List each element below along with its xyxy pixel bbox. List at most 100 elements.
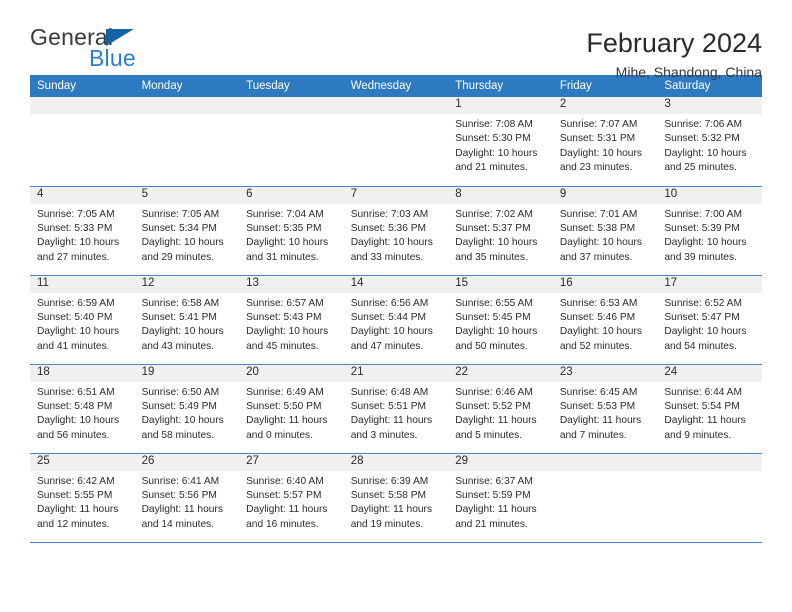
- daylight-text-line1: Daylight: 10 hours: [664, 326, 747, 338]
- day-cell[interactable]: 17 Sunrise: 6:52 AM Sunset: 5:47 PM Dayligh…: [657, 275, 762, 365]
- day-number: [30, 97, 135, 114]
- sunset-text: Sunset: 5:39 PM: [664, 222, 740, 234]
- daylight-text-line2: and 39 minutes.: [664, 251, 737, 263]
- daylight-text-line1: Daylight: 10 hours: [246, 237, 329, 249]
- day-number: 15: [448, 275, 553, 293]
- day-cell[interactable]: 21 Sunrise: 6:48 AM Sunset: 5:51 PM Dayligh…: [343, 364, 449, 454]
- day-cell[interactable]: 23 Sunrise: 6:45 AM Sunset: 5:53 PM Dayligh…: [552, 364, 658, 454]
- day-number: 14: [343, 275, 449, 293]
- day-cell[interactable]: [134, 97, 240, 187]
- daylight-text-line2: and 3 minutes.: [350, 429, 418, 441]
- daylight-text-line2: and 9 minutes.: [664, 429, 732, 441]
- sunset-text: Sunset: 5:46 PM: [559, 311, 636, 323]
- day-number: 2: [552, 97, 658, 114]
- day-cell[interactable]: 11 Sunrise: 6:59 AM Sunset: 5:40 PM Dayligh…: [30, 275, 135, 365]
- day-number: [657, 453, 762, 471]
- day-cell[interactable]: 9 Sunrise: 7:01 AM Sunset: 5:38 PM Daylight…: [552, 186, 658, 276]
- day-cell[interactable]: 29 Sunrise: 6:37 AM Sunset: 5:59 PM Dayligh…: [448, 453, 553, 543]
- day-cell[interactable]: 12 Sunrise: 6:58 AM Sunset: 5:41 PM Dayligh…: [134, 275, 240, 365]
- general-blue-logo[interactable]: General Blue: [30, 26, 160, 74]
- day-cell[interactable]: [552, 453, 658, 543]
- sunset-text: Sunset: 5:34 PM: [141, 222, 217, 234]
- daylight-text-line1: Daylight: 10 hours: [664, 147, 747, 159]
- day-cell[interactable]: 16 Sunrise: 6:53 AM Sunset: 5:46 PM Dayligh…: [552, 275, 658, 365]
- day-number: 24: [657, 364, 762, 382]
- day-number: 18: [30, 364, 135, 382]
- sunrise-text: Sunrise: 6:46 AM: [455, 386, 533, 398]
- day-number: 4: [30, 186, 135, 204]
- daylight-text-line1: Daylight: 10 hours: [37, 326, 120, 338]
- daylight-text-line2: and 35 minutes.: [455, 251, 528, 263]
- day-cell[interactable]: 10 Sunrise: 7:00 AM Sunset: 5:39 PM Dayligh…: [657, 186, 762, 276]
- day-cell[interactable]: 18 Sunrise: 6:51 AM Sunset: 5:48 PM Dayligh…: [30, 364, 135, 454]
- day-cell[interactable]: 20 Sunrise: 6:49 AM Sunset: 5:50 PM Dayligh…: [239, 364, 344, 454]
- sunrise-text: Sunrise: 6:59 AM: [37, 297, 115, 309]
- sunset-text: Sunset: 5:40 PM: [37, 311, 113, 323]
- daylight-text-line2: and 58 minutes.: [141, 429, 215, 441]
- sunset-text: Sunset: 5:30 PM: [455, 133, 531, 145]
- sunset-text: Sunset: 5:51 PM: [350, 400, 427, 412]
- sunset-text: Sunset: 5:55 PM: [37, 489, 113, 501]
- daylight-text-line1: Daylight: 11 hours: [141, 504, 223, 516]
- sunset-text: Sunset: 5:43 PM: [246, 311, 322, 323]
- sunrise-text: Sunrise: 7:08 AM: [455, 119, 533, 130]
- daylight-text-line1: Daylight: 10 hours: [455, 326, 538, 338]
- day-cell[interactable]: 6 Sunrise: 7:04 AM Sunset: 5:35 PM Daylight…: [239, 186, 344, 276]
- week-row: 4 Sunrise: 7:05 AM Sunset: 5:33 PM Daylight…: [30, 186, 762, 276]
- day-cell[interactable]: 28 Sunrise: 6:39 AM Sunset: 5:58 PM Dayligh…: [343, 453, 449, 543]
- daylight-text-line2: and 7 minutes.: [559, 429, 627, 441]
- day-cell[interactable]: 7 Sunrise: 7:03 AM Sunset: 5:36 PM Daylight…: [343, 186, 449, 276]
- day-cell[interactable]: 3 Sunrise: 7:06 AM Sunset: 5:32 PM Daylight…: [657, 97, 762, 187]
- day-number: 5: [134, 186, 240, 204]
- day-cell[interactable]: 5 Sunrise: 7:05 AM Sunset: 5:34 PM Daylight…: [134, 186, 240, 276]
- day-cell[interactable]: [657, 453, 762, 543]
- sunrise-text: Sunrise: 6:57 AM: [246, 297, 324, 309]
- day-cell[interactable]: 26 Sunrise: 6:41 AM Sunset: 5:56 PM Dayligh…: [134, 453, 240, 543]
- day-cell[interactable]: 1 Sunrise: 7:08 AM Sunset: 5:30 PM Daylight…: [448, 97, 553, 187]
- location-subtitle: Mihe, Shandong, China: [615, 64, 762, 81]
- day-cell[interactable]: 4 Sunrise: 7:05 AM Sunset: 5:33 PM Daylight…: [30, 186, 135, 276]
- logo-triangle-icon: [106, 29, 134, 46]
- day-cell[interactable]: [30, 97, 135, 187]
- day-cell[interactable]: 19 Sunrise: 6:50 AM Sunset: 5:49 PM Dayligh…: [134, 364, 240, 454]
- day-cell[interactable]: [343, 97, 449, 187]
- weekday-header-tuesday: Tuesday: [239, 75, 344, 97]
- daylight-text-line2: and 56 minutes.: [37, 429, 110, 441]
- daylight-text-line2: and 21 minutes.: [455, 162, 528, 174]
- day-cell[interactable]: [239, 97, 344, 187]
- sunset-text: Sunset: 5:32 PM: [664, 133, 740, 145]
- day-cell[interactable]: 8 Sunrise: 7:02 AM Sunset: 5:37 PM Daylight…: [448, 186, 553, 276]
- day-cell[interactable]: 15 Sunrise: 6:55 AM Sunset: 5:45 PM Dayligh…: [448, 275, 553, 365]
- day-number: 3: [657, 97, 762, 114]
- daylight-text-line1: Daylight: 11 hours: [37, 504, 119, 516]
- sunrise-text: Sunrise: 6:39 AM: [350, 475, 429, 487]
- sunrise-text: Sunrise: 6:55 AM: [455, 297, 533, 309]
- weekday-header-sunday: Sunday: [30, 75, 135, 97]
- daylight-text-line1: Daylight: 10 hours: [37, 237, 120, 249]
- day-cell[interactable]: 13 Sunrise: 6:57 AM Sunset: 5:43 PM Dayligh…: [239, 275, 344, 365]
- day-cell[interactable]: 24 Sunrise: 6:44 AM Sunset: 5:54 PM Dayligh…: [657, 364, 762, 454]
- calendar-page: General Blue February 2024 Mihe, Shandon…: [0, 0, 792, 612]
- day-number: 19: [134, 364, 240, 382]
- sunset-text: Sunset: 5:35 PM: [246, 222, 322, 234]
- day-number: [343, 97, 449, 114]
- daylight-text-line1: Daylight: 10 hours: [350, 326, 433, 338]
- day-cell[interactable]: 14 Sunrise: 6:56 AM Sunset: 5:44 PM Dayligh…: [343, 275, 449, 365]
- sunset-text: Sunset: 5:53 PM: [559, 400, 636, 412]
- day-cell[interactable]: 27 Sunrise: 6:40 AM Sunset: 5:57 PM Dayligh…: [239, 453, 344, 543]
- daylight-text-line2: and 54 minutes.: [664, 340, 737, 352]
- sunrise-text: Sunrise: 7:03 AM: [350, 208, 429, 220]
- day-number: 12: [134, 275, 240, 293]
- daylight-text-line1: Daylight: 10 hours: [246, 326, 329, 338]
- day-number: [552, 453, 658, 471]
- day-number: 16: [552, 275, 658, 293]
- sunset-text: Sunset: 5:45 PM: [455, 311, 531, 323]
- day-cell[interactable]: 22 Sunrise: 6:46 AM Sunset: 5:52 PM Dayligh…: [448, 364, 553, 454]
- day-cell[interactable]: 2 Sunrise: 7:07 AM Sunset: 5:31 PM Daylight…: [552, 97, 658, 187]
- daylight-text-line2: and 29 minutes.: [141, 251, 215, 263]
- weekday-header-wednesday: Wednesday: [343, 75, 449, 97]
- sunset-text: Sunset: 5:31 PM: [559, 133, 636, 145]
- day-cell[interactable]: 25 Sunrise: 6:42 AM Sunset: 5:55 PM Dayligh…: [30, 453, 135, 543]
- daylight-text-line1: Daylight: 10 hours: [141, 326, 224, 338]
- sunrise-text: Sunrise: 6:50 AM: [141, 386, 220, 398]
